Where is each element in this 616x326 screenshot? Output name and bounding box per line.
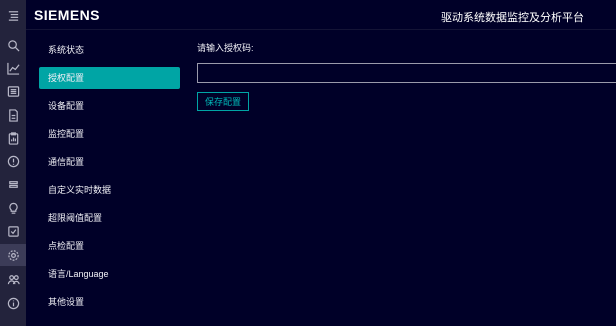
settings-icon[interactable]: [0, 244, 26, 266]
nav-item-authorization[interactable]: 授权配置: [39, 67, 180, 89]
nav-item-custom-realtime-data[interactable]: 自定义实时数据: [39, 179, 180, 201]
nav-item-language[interactable]: 语言/Language: [39, 263, 180, 285]
nav-item-other-settings[interactable]: 其他设置: [39, 291, 180, 313]
alert-icon[interactable]: [0, 150, 26, 172]
lightbulb-icon[interactable]: [0, 197, 26, 219]
auth-code-label: 请输入授权码:: [197, 43, 254, 53]
trend-chart-icon[interactable]: [0, 57, 26, 79]
nav-item-system-status[interactable]: 系统状态: [39, 39, 180, 61]
storage-icon[interactable]: [0, 173, 26, 195]
settings-nav: 系统状态 授权配置 设备配置 监控配置 通信配置 自定义实时数据 超限阈值配置 …: [26, 31, 186, 326]
top-bar: SIEMENS 驱动系统数据监控及分析平台: [26, 0, 616, 30]
platform-title: 驱动系统数据监控及分析平台: [441, 12, 584, 24]
list-icon[interactable]: [0, 80, 26, 102]
nav-item-monitor-config[interactable]: 监控配置: [39, 123, 180, 145]
search-icon[interactable]: [0, 34, 26, 56]
report-icon[interactable]: [0, 127, 26, 149]
icon-rail: [0, 0, 26, 326]
auth-code-input[interactable]: [197, 63, 616, 83]
users-icon[interactable]: [0, 268, 26, 290]
checklist-icon[interactable]: [0, 220, 26, 242]
nav-item-threshold-config[interactable]: 超限阈值配置: [39, 207, 180, 229]
brand-logo: SIEMENS: [34, 7, 100, 23]
info-icon[interactable]: [0, 292, 26, 314]
save-config-button[interactable]: 保存配置: [197, 92, 249, 111]
document-icon[interactable]: [0, 104, 26, 126]
menu-icon[interactable]: [0, 4, 26, 26]
main-panel: 请输入授权码: 保存配置: [186, 31, 616, 326]
nav-item-comm-config[interactable]: 通信配置: [39, 151, 180, 173]
nav-item-device-config[interactable]: 设备配置: [39, 95, 180, 117]
nav-item-inspection-config[interactable]: 点检配置: [39, 235, 180, 257]
